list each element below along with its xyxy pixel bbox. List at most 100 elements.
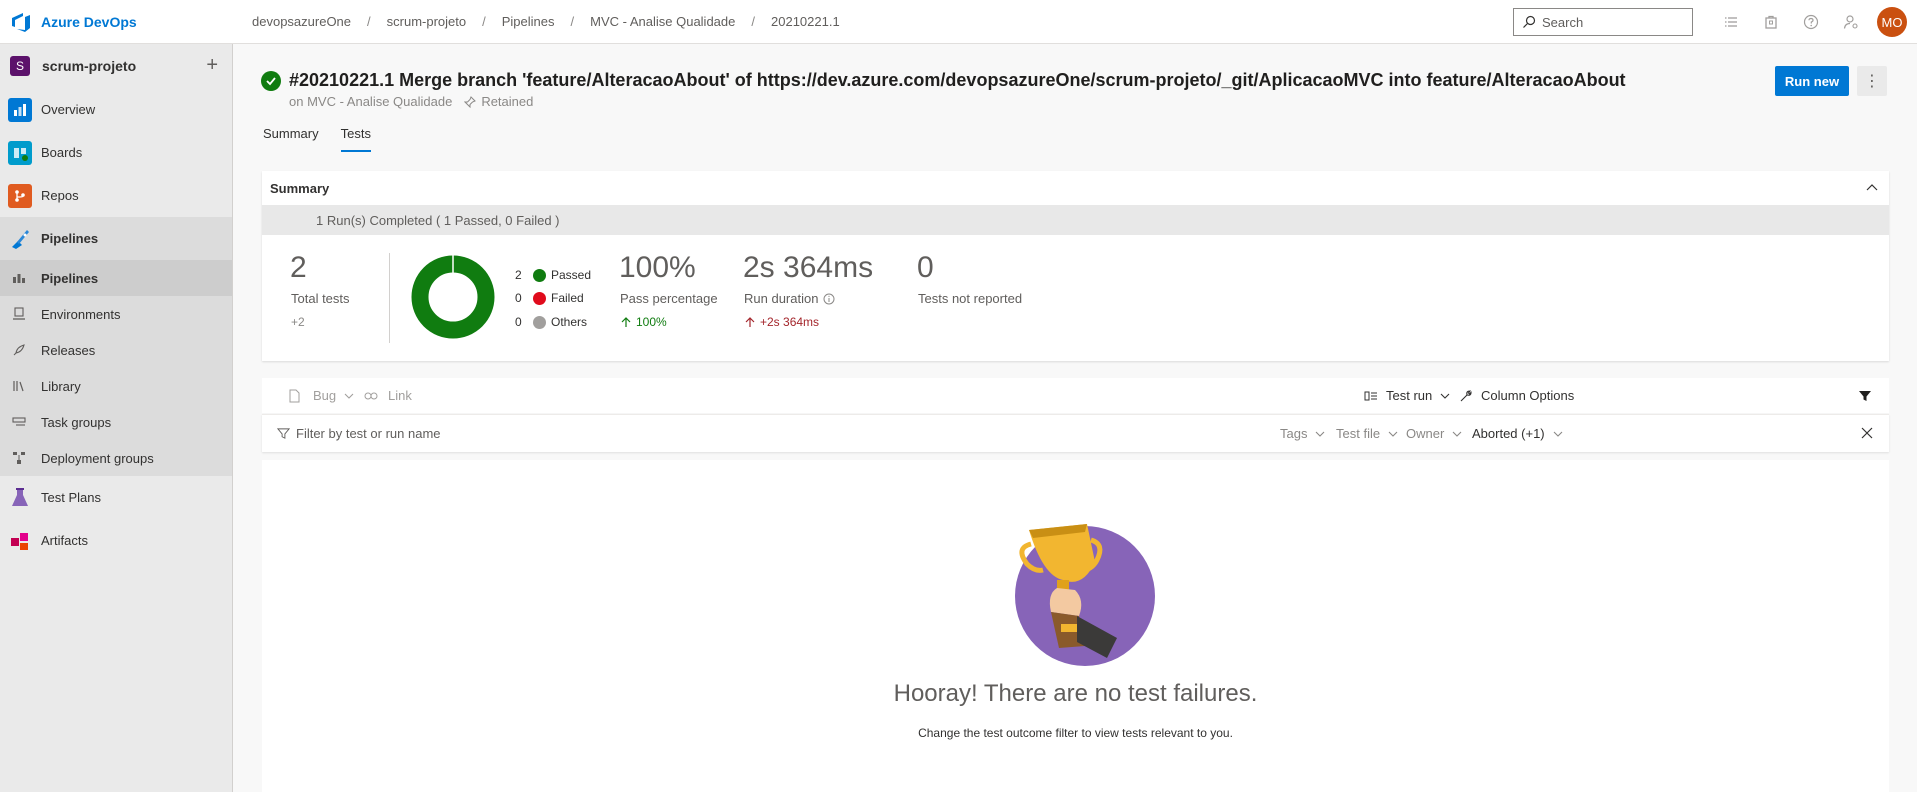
chevron-up-icon[interactable] xyxy=(1865,181,1879,195)
info-icon[interactable] xyxy=(823,293,835,305)
breadcrumb-org[interactable]: devopsazureOne xyxy=(242,14,361,29)
wrench-icon xyxy=(1460,389,1472,401)
avatar[interactable]: MO xyxy=(1877,7,1907,37)
passed-count: 2 xyxy=(515,268,522,282)
sidebar-item-pipelines-group[interactable]: Pipelines xyxy=(0,217,232,260)
tab-tests[interactable]: Tests xyxy=(340,126,371,152)
marketplace-bag-icon[interactable] xyxy=(1751,0,1791,44)
failed-dot-icon xyxy=(533,291,546,305)
outcome-filter[interactable]: Aborted (+1) xyxy=(1472,426,1563,441)
run-title: #20210221.1 Merge branch 'feature/Altera… xyxy=(289,70,1626,90)
legend-failed: 0 Failed xyxy=(515,291,584,305)
breadcrumb-project[interactable]: scrum-projeto xyxy=(377,14,476,29)
sidebar-item-repos[interactable]: Repos xyxy=(0,174,232,217)
deployment-groups-icon xyxy=(11,450,27,466)
sidebar-item-artifacts[interactable]: Artifacts xyxy=(0,519,232,562)
summary-card: Summary 1 Run(s) Completed ( 1 Passed, 0… xyxy=(262,171,1889,361)
add-icon[interactable]: + xyxy=(206,54,218,77)
arrow-up-icon xyxy=(745,317,755,327)
run-duration-label: Run duration xyxy=(744,291,819,306)
link-button[interactable]: Link xyxy=(364,388,412,403)
pass-percentage-delta: 100% xyxy=(620,315,667,329)
link-icon xyxy=(364,392,378,399)
total-tests-label: Total tests xyxy=(291,291,350,306)
stats-divider xyxy=(389,253,390,343)
run-duration-value: 2s 364ms xyxy=(743,251,874,284)
summary-card-header[interactable]: Summary xyxy=(262,171,1889,205)
azure-devops-logo-icon xyxy=(12,12,30,32)
sidebar-item-boards[interactable]: Boards xyxy=(0,131,232,174)
link-label: Link xyxy=(388,388,412,403)
column-options-button[interactable]: Column Options xyxy=(1459,388,1574,403)
chevron-down-icon xyxy=(1440,393,1450,399)
filter-bar: Filter by test or run name Tags Test fil… xyxy=(262,414,1889,452)
search-input[interactable]: Search xyxy=(1513,8,1693,36)
breadcrumb-separator: / xyxy=(482,14,486,29)
pipelines-icon xyxy=(8,227,32,251)
sidebar-pipelines-group: Pipelines Pipelines Environments Release… xyxy=(0,217,232,476)
sidebar-item-task-groups[interactable]: Task groups xyxy=(0,404,232,440)
test-file-filter[interactable]: Test file xyxy=(1336,426,1398,441)
sidebar-item-releases[interactable]: Releases xyxy=(0,332,232,368)
breadcrumb-pipelines[interactable]: Pipelines xyxy=(492,14,565,29)
sidebar-item-label: Overview xyxy=(41,102,96,117)
sidebar-item-label: Environments xyxy=(41,306,121,322)
top-bar: Azure DevOps devopsazureOne / scrum-proj… xyxy=(0,0,1917,44)
test-run-dropdown[interactable]: Test run xyxy=(1364,388,1450,403)
run-subtitle: on MVC - Analise Qualidade Retained xyxy=(289,94,1626,109)
environments-icon xyxy=(11,306,27,322)
bug-icon xyxy=(289,389,300,402)
tab-summary[interactable]: Summary xyxy=(263,126,319,152)
runs-completed-banner: 1 Run(s) Completed ( 1 Passed, 0 Failed … xyxy=(262,205,1889,235)
owner-filter[interactable]: Owner xyxy=(1406,426,1462,441)
chevron-down-icon xyxy=(1452,431,1462,437)
user-settings-icon[interactable] xyxy=(1831,0,1871,44)
outcome-donut-chart xyxy=(411,255,495,339)
sidebar-item-label: Test Plans xyxy=(41,490,101,505)
tags-filter[interactable]: Tags xyxy=(1280,426,1325,441)
bug-button[interactable]: Bug xyxy=(288,388,354,403)
work-items-icon[interactable] xyxy=(1711,0,1751,44)
sidebar-item-label: Releases xyxy=(41,342,96,358)
filter-toggle-icon[interactable] xyxy=(1858,389,1872,403)
others-label: Others xyxy=(551,315,588,329)
search-icon xyxy=(1523,15,1536,28)
rocket-icon xyxy=(11,342,27,358)
brand[interactable]: Azure DevOps xyxy=(0,11,232,33)
trophy-illustration-icon xyxy=(1015,524,1155,666)
run-new-button[interactable]: Run new xyxy=(1775,66,1849,96)
summary-heading: Summary xyxy=(270,180,330,196)
chevron-down-icon xyxy=(1316,431,1325,437)
empty-state: Hooray! There are no test failures. Chan… xyxy=(262,460,1889,792)
tab-bar: Summary Tests xyxy=(263,126,393,152)
group-by-icon xyxy=(1364,391,1377,400)
sidebar-item-label: Artifacts xyxy=(41,533,88,548)
sidebar-item-environments[interactable]: Environments xyxy=(0,296,232,332)
help-icon[interactable] xyxy=(1791,0,1831,44)
breadcrumb-pipeline[interactable]: MVC - Analise Qualidade xyxy=(580,14,745,29)
total-tests-delta: +2 xyxy=(291,315,305,329)
pass-percentage-delta-value: 100% xyxy=(636,315,667,329)
passed-label: Passed xyxy=(551,268,592,282)
breadcrumb-separator: / xyxy=(367,14,371,29)
run-pipeline-link[interactable]: on MVC - Analise Qualidade xyxy=(289,94,452,109)
breadcrumb-separator: / xyxy=(751,14,755,29)
empty-state-title: Hooray! There are no test failures. xyxy=(893,680,1258,707)
breadcrumb-run[interactable]: 20210221.1 xyxy=(761,14,850,29)
sidebar-item-label: Library xyxy=(41,378,81,394)
pass-percentage-value: 100% xyxy=(619,251,696,284)
sidebar-item-pipelines[interactable]: Pipelines xyxy=(0,260,232,296)
filter-input[interactable]: Filter by test or run name xyxy=(277,426,441,441)
more-actions-icon[interactable]: ⋮ xyxy=(1857,66,1887,96)
overview-icon xyxy=(8,97,32,122)
clear-filters-close-icon[interactable] xyxy=(1861,427,1873,439)
sidebar-item-deployment-groups[interactable]: Deployment groups xyxy=(0,440,232,476)
sidebar-item-label: Boards xyxy=(41,145,83,160)
project-selector[interactable]: S scrum-projeto + xyxy=(0,44,232,88)
sidebar-item-test-plans[interactable]: Test Plans xyxy=(0,476,232,519)
results-toolbar: Bug Link Test run Column Options xyxy=(262,378,1889,413)
column-options-label: Column Options xyxy=(1481,388,1575,403)
boards-icon xyxy=(8,140,32,165)
sidebar-item-overview[interactable]: Overview xyxy=(0,88,232,131)
sidebar-item-library[interactable]: Library xyxy=(0,368,232,404)
